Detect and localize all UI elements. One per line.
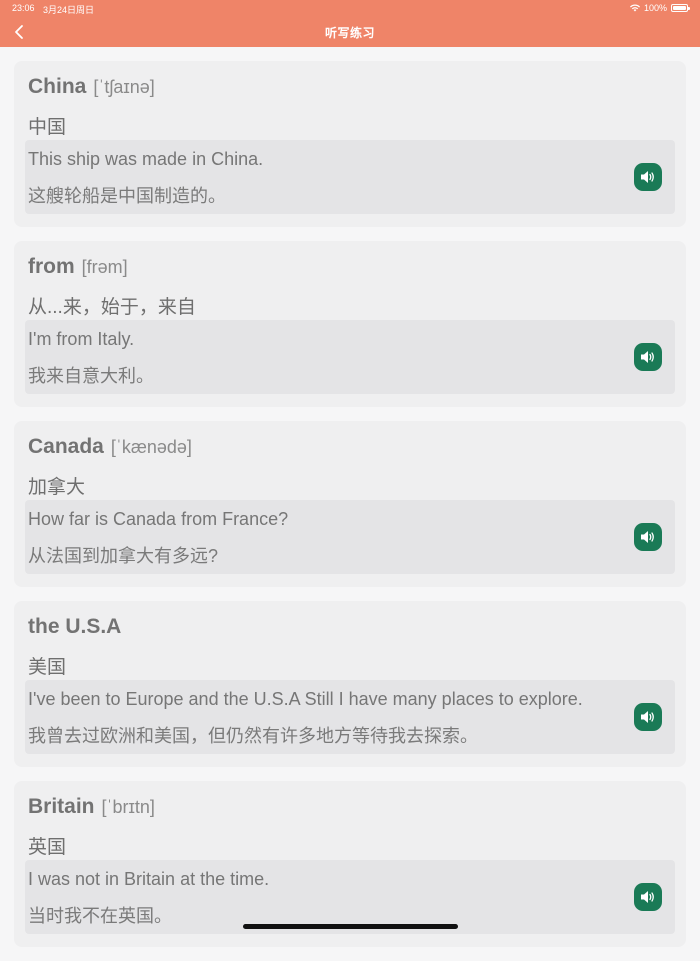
example-box: How far is Canada from France? 从法国到加拿大有多… [25, 500, 675, 574]
word-text: Canada [28, 435, 104, 458]
example-english: I was not in Britain at the time. [28, 869, 270, 889]
meaning-text: 从...来，始于，来自 [28, 297, 196, 318]
word-line: from [frəm] [28, 255, 128, 279]
word-text: Britain [28, 795, 95, 818]
example-chinese: 从法国到加拿大有多远? [28, 546, 219, 566]
word-line: China [ˈtʃaɪnə] [28, 75, 155, 99]
speaker-icon [641, 891, 654, 903]
example-box: I'm from Italy. 我来自意大利。 [25, 320, 675, 394]
meaning-text: 英国 [28, 837, 67, 858]
speaker-button[interactable] [634, 703, 662, 731]
word-card: Canada [ˈkænədə] 加拿大 How far is Canada f… [14, 421, 686, 587]
status-right: 100% [629, 3, 690, 13]
phonetic-text: [frəm] [81, 257, 128, 277]
speaker-button[interactable] [634, 523, 662, 551]
word-text: the U.S.A [28, 615, 122, 638]
example-box: I was not in Britain at the time. 当时我不在英… [25, 860, 675, 934]
example-english: How far is Canada from France? [28, 509, 289, 529]
word-line: Britain [ˈbrɪtn] [28, 795, 155, 819]
speaker-button[interactable] [634, 163, 662, 191]
example-english: I've been to Europe and the U.S.A Still … [28, 689, 583, 709]
word-card: from [frəm] 从...来，始于，来自 I'm from Italy. … [14, 241, 686, 407]
meaning-text: 美国 [28, 657, 67, 678]
example-english: This ship was made in China. [28, 149, 264, 169]
example-box: This ship was made in China. 这艘轮船是中国制造的。 [25, 140, 675, 214]
word-list: China [ˈtʃaɪnə] 中国 This ship was made in… [14, 61, 686, 961]
example-english: I'm from Italy. [28, 329, 135, 349]
phonetic-text: [ˈkænədə] [110, 437, 192, 457]
phonetic-text: [ˈbrɪtn] [101, 797, 155, 817]
wifi-icon [629, 4, 640, 12]
word-line: Canada [ˈkænədə] [28, 435, 192, 459]
word-text: from [28, 255, 75, 278]
word-card: China [ˈtʃaɪnə] 中国 This ship was made in… [14, 61, 686, 227]
status-time: 23:06 [12, 3, 35, 13]
speaker-icon [641, 351, 654, 363]
example-chinese: 这艘轮船是中国制造的。 [28, 186, 226, 206]
battery-percent: 100% [643, 3, 667, 13]
header-bar: 23:06 3月24日周日 100% 听写练习 [0, 0, 700, 47]
example-box: I've been to Europe and the U.S.A Still … [25, 680, 675, 754]
speaker-icon [641, 171, 654, 183]
word-card: Britain [ˈbrɪtn] 英国 I was not in Britain… [14, 781, 686, 947]
speaker-icon [641, 711, 654, 723]
meaning-text: 中国 [28, 117, 67, 138]
phonetic-text: [ˈtʃaɪnə] [93, 77, 155, 97]
word-card: the U.S.A 美国 I've been to Europe and the… [14, 601, 686, 767]
speaker-button[interactable] [634, 883, 662, 911]
example-chinese: 我曾去过欧洲和美国，但仍然有许多地方等待我去探索。 [28, 726, 478, 746]
word-line: the U.S.A [28, 615, 128, 639]
example-chinese: 我来自意大利。 [28, 366, 154, 386]
speaker-button[interactable] [634, 343, 662, 371]
example-chinese: 当时我不在英国。 [28, 906, 172, 926]
meaning-text: 加拿大 [28, 477, 86, 498]
page-title: 听写练习 [324, 26, 375, 40]
home-indicator[interactable] [243, 924, 458, 929]
word-text: China [28, 75, 87, 98]
speaker-icon [641, 531, 654, 543]
battery-icon [671, 4, 690, 12]
status-date: 3月24日周日 [43, 5, 95, 15]
